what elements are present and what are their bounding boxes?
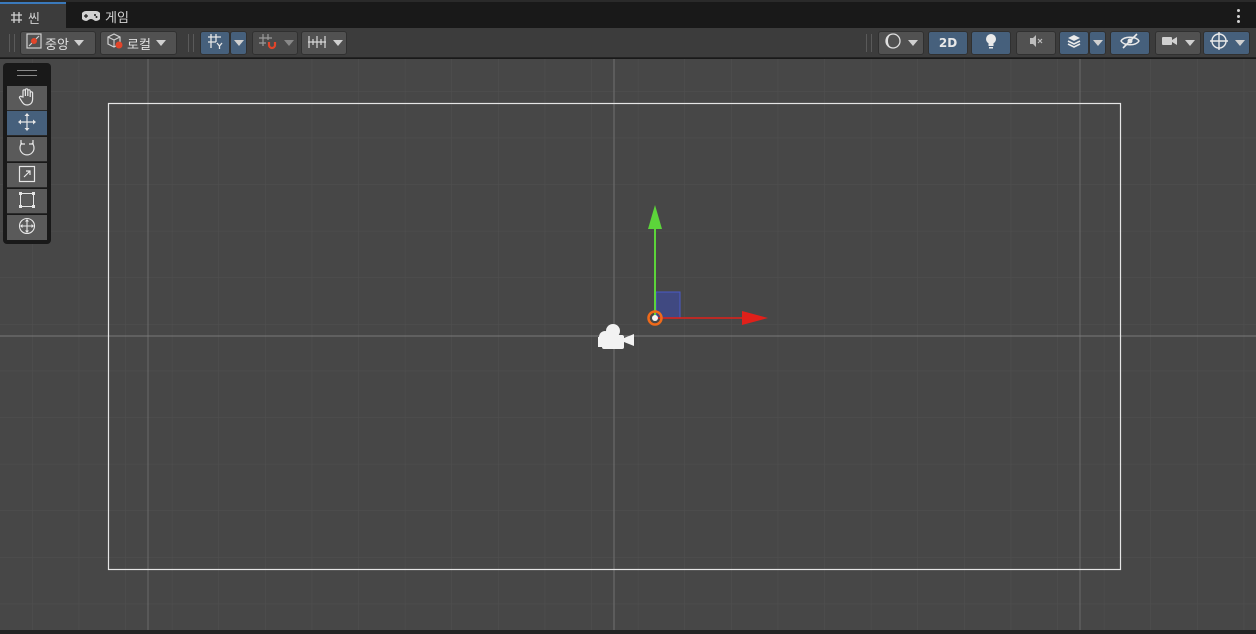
grid-options-dropdown[interactable] [230,31,247,55]
tab-game[interactable]: 게임 [72,4,144,28]
palette-grip-handle[interactable] [17,70,37,76]
gizmo-crosshair-icon [1208,31,1230,55]
scene-visibility-button[interactable] [1110,31,1150,55]
x-axis-arrow-icon [742,311,768,325]
grid-visibility-button[interactable] [200,31,230,55]
toggle-2d-button[interactable]: 2D [928,31,968,55]
toolbar-grip[interactable] [866,34,872,52]
move-tool-button[interactable] [7,111,47,136]
eye-slash-icon [1119,32,1141,54]
snap-settings-dropdown[interactable] [252,31,298,55]
handle-space-label: 로컬 [127,37,151,53]
chevron-down-icon [284,40,294,46]
hand-icon [17,87,37,110]
chevron-down-icon [73,40,84,46]
toggle-2d-label: 2D [938,36,958,50]
chevron-down-icon [908,40,918,46]
layers-stack-icon [1065,32,1083,54]
grid-y-icon [206,32,224,54]
shaded-sphere-icon [883,32,903,54]
gamepad-icon [82,10,100,22]
chevron-down-icon [155,40,166,46]
scene-camera-dropdown[interactable] [1155,31,1201,55]
chevron-down-icon [1185,40,1195,46]
local-cube-icon [105,32,125,54]
transform-tool-button[interactable] [7,215,47,240]
toolbar-grip[interactable] [188,34,194,52]
pivot-mode-dropdown[interactable]: 중앙 [20,31,96,55]
panel-bottom-border [0,630,1256,634]
tab-scene[interactable]: 씬 [0,2,66,30]
pivot-mode-label: 중앙 [45,37,69,53]
camera-gizmo-icon[interactable] [594,321,636,351]
chevron-down-icon [234,40,244,46]
rect-transform-icon [17,190,37,213]
chevron-down-icon [1093,40,1103,46]
video-camera-icon [1160,32,1180,54]
draw-mode-dropdown[interactable] [878,31,924,55]
tool-palette-overlay [3,63,51,244]
tab-scene-label: 씬 [28,11,40,27]
move-arrows-icon [17,112,37,135]
window-tab-bar: 씬 게임 [0,0,1256,30]
speaker-muted-icon [1027,32,1045,54]
chevron-down-icon [1235,40,1245,46]
more-options-icon[interactable] [1230,8,1246,24]
effects-toggle-button[interactable] [1059,31,1089,55]
scene-viewport[interactable] [0,59,1256,630]
grid-hash-icon [10,11,23,24]
audio-toggle-button[interactable] [1016,31,1056,55]
scene-lighting-button[interactable] [971,31,1011,55]
hand-tool-button[interactable] [7,86,47,111]
rotate-tool-button[interactable] [7,137,47,162]
move-gizmo[interactable] [640,199,775,329]
scale-icon [17,164,37,187]
grid-snap-magnet-icon [257,32,279,54]
ruler-icon [306,32,328,54]
scene-toolbar: 중앙 로컬 2D [0,28,1256,58]
lightbulb-icon [983,32,999,54]
gizmos-dropdown[interactable] [1203,31,1250,55]
handle-space-dropdown[interactable]: 로컬 [100,31,177,55]
pivot-center-icon [25,32,43,54]
chevron-down-icon [333,40,343,46]
toolbar-grip[interactable] [9,34,15,52]
y-axis-arrow-icon [648,205,662,229]
scale-tool-button[interactable] [7,163,47,188]
tab-game-label: 게임 [105,10,129,26]
rotate-icon [17,138,37,161]
effects-options-dropdown[interactable] [1089,31,1106,55]
increment-snap-dropdown[interactable] [301,31,347,55]
rect-tool-button[interactable] [7,189,47,214]
transform-icon [17,216,37,239]
